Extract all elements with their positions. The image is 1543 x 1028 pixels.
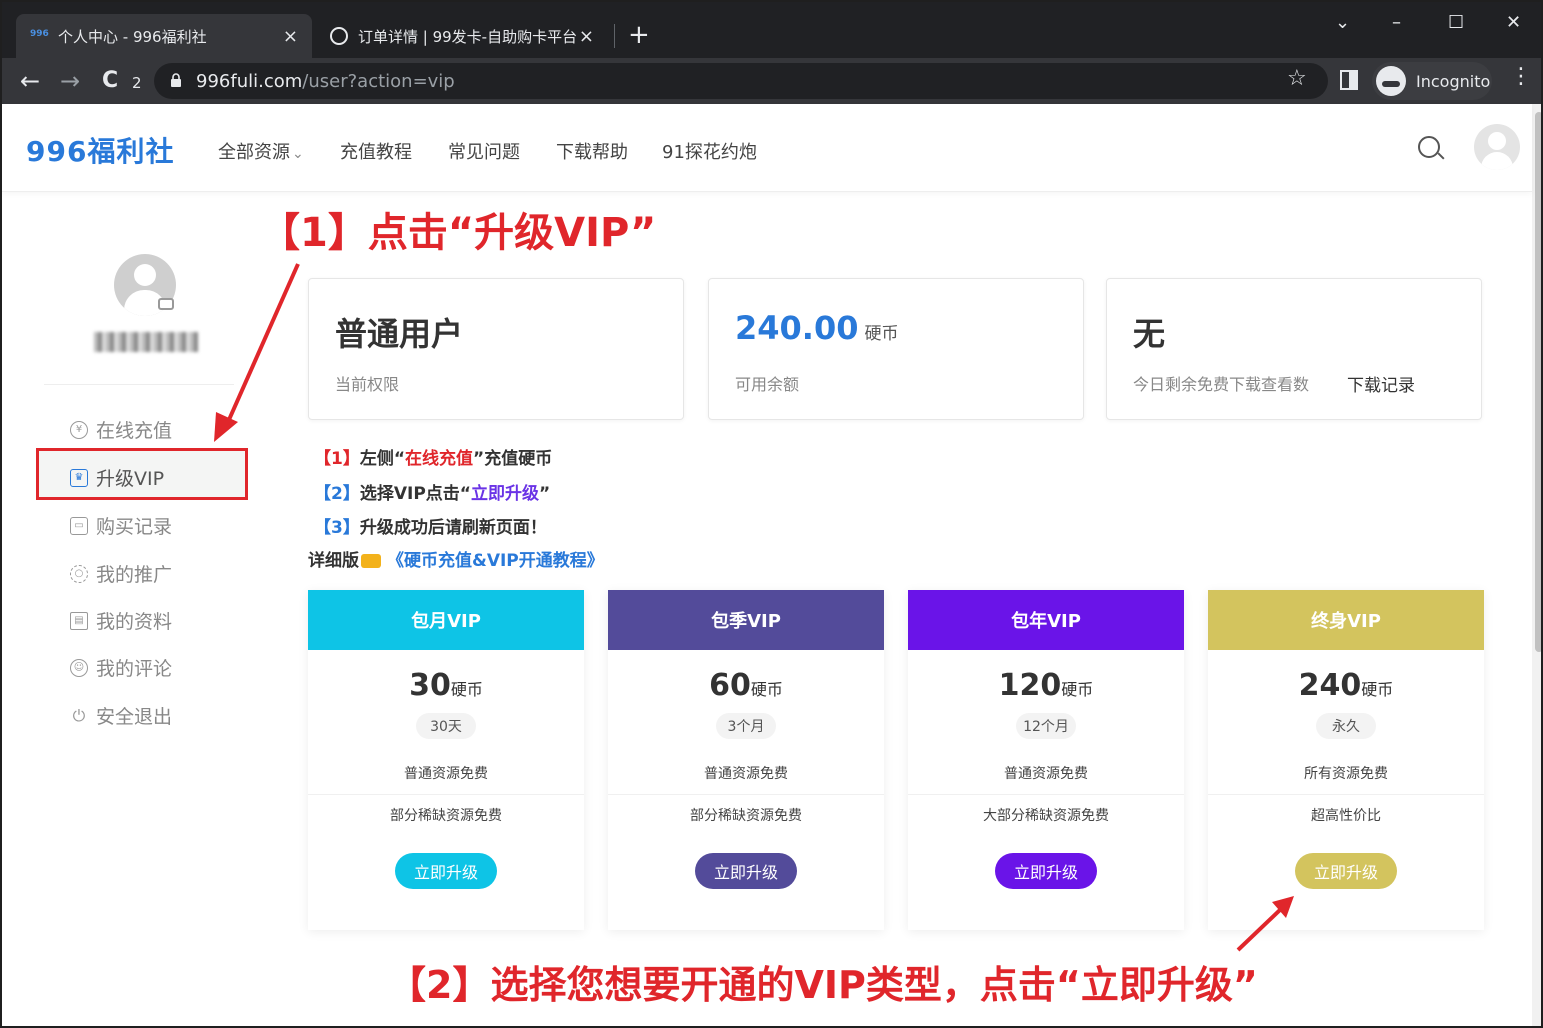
arrow-to-upgrade-vip (214, 263, 300, 442)
arrow-to-upgrade-button (1236, 896, 1294, 952)
annotation-arrows (214, 263, 1294, 952)
screenshot-frame: 996 个人中心 - 996福利社 × 订单详情 | 99发卡-自助购卡平台 ×… (0, 0, 1543, 1028)
